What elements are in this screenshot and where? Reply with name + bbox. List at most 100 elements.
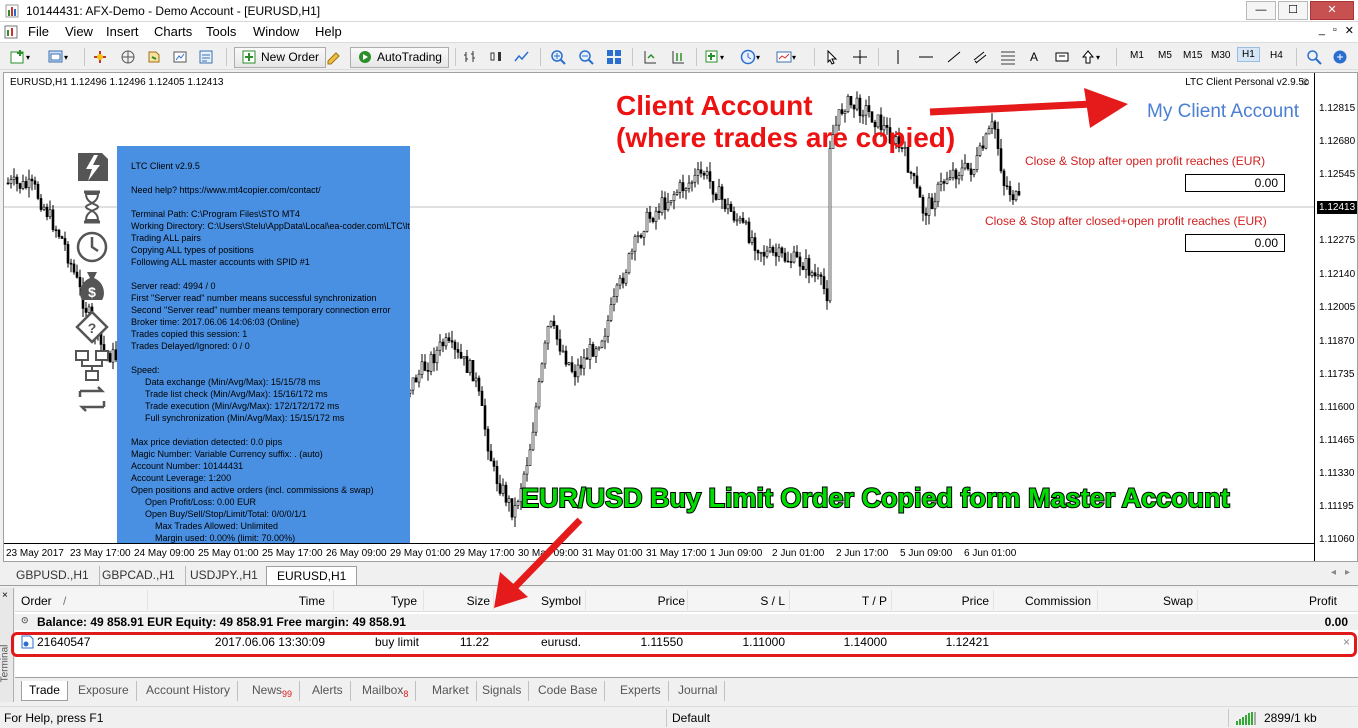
minimize-button[interactable]: — — [1246, 1, 1276, 20]
new-order-button[interactable]: New Order — [234, 46, 327, 68]
col-profit[interactable]: Profit — [1275, 594, 1337, 608]
candle — [621, 272, 625, 289]
candle — [930, 193, 934, 210]
zoom-in-button[interactable] — [550, 47, 566, 67]
timeframe-m5[interactable]: M5 — [1158, 50, 1172, 61]
mdi-close-button[interactable]: ✕ — [1345, 24, 1354, 37]
scroll-right-icon[interactable]: ▸ — [1345, 567, 1350, 578]
tab-exposure[interactable]: Exposure — [71, 681, 137, 701]
col-order[interactable]: Order — [21, 594, 52, 608]
candle — [480, 386, 484, 406]
tab-code-base[interactable]: Code Base — [531, 681, 606, 701]
tab-signals[interactable]: Signals — [475, 681, 530, 701]
col-size[interactable]: Size — [435, 594, 490, 608]
search-button[interactable] — [1306, 47, 1322, 67]
chart-tab-gbpcad[interactable]: GBPCAD.,H1 — [92, 566, 186, 585]
network-icon[interactable] — [72, 347, 112, 383]
chart-tab-eurusd[interactable]: EURUSD,H1 — [266, 566, 358, 585]
trendline-button[interactable] — [946, 47, 962, 67]
menu-window[interactable]: Window — [253, 24, 299, 39]
cursor-button[interactable] — [824, 47, 840, 67]
fibonacci-button[interactable] — [1000, 47, 1016, 67]
hourglass-icon[interactable] — [72, 189, 112, 225]
close-button[interactable]: ✕ — [1310, 1, 1354, 20]
profiles-button[interactable]: ▾ — [48, 47, 68, 67]
autoscroll-button[interactable] — [670, 47, 686, 67]
col-type[interactable]: Type — [355, 594, 417, 608]
clock-icon[interactable] — [72, 229, 112, 265]
menu-help[interactable]: Help — [315, 24, 342, 39]
horizontal-line-button[interactable] — [918, 47, 934, 67]
new-chart-button[interactable]: ▾ — [10, 47, 30, 67]
tab-experts[interactable]: Experts — [613, 681, 669, 701]
candle — [729, 201, 733, 212]
tab-alerts[interactable]: Alerts — [305, 681, 351, 701]
strategy-tester-button[interactable] — [198, 47, 214, 67]
col-price[interactable]: Price — [625, 594, 685, 608]
tab-mailbox[interactable]: Mailbox8 — [355, 681, 417, 701]
chart-tab-gbpusd[interactable]: GBPUSD.,H1 — [6, 566, 100, 585]
autotrading-button[interactable]: AutoTrading — [350, 46, 449, 68]
zoom-out-button[interactable] — [578, 47, 594, 67]
periods-button[interactable]: ▾ — [740, 47, 760, 67]
line-chart-button[interactable] — [514, 47, 530, 67]
toolbar: ▾ ▾ New Order AutoTrading ▾ ▾ ▾ A ▾ M1 M… — [0, 42, 1358, 70]
community-button[interactable] — [1332, 47, 1348, 67]
tab-journal[interactable]: Journal — [671, 681, 726, 701]
data-window-button[interactable] — [120, 47, 136, 67]
lightning-icon[interactable] — [72, 149, 112, 185]
terminal-close-icon[interactable]: × — [2, 590, 8, 601]
vertical-line-button[interactable] — [890, 47, 906, 67]
channel-button[interactable] — [972, 47, 988, 67]
close-stop-closed-input[interactable]: 0.00 — [1185, 234, 1285, 252]
menu-file[interactable]: File — [28, 24, 49, 39]
close-stop-open-input[interactable]: 0.00 — [1185, 174, 1285, 192]
chart-shift-button[interactable] — [642, 47, 658, 67]
maximize-button[interactable]: ☐ — [1278, 1, 1308, 20]
mdi-minimize-button[interactable]: _ — [1319, 24, 1325, 37]
money-bag-icon[interactable]: $ — [72, 269, 112, 305]
timeframe-m15[interactable]: M15 — [1183, 50, 1202, 61]
menu-insert[interactable]: Insert — [106, 24, 139, 39]
candle — [15, 174, 19, 192]
arrows-button[interactable]: ▾ — [1080, 47, 1100, 67]
col-symbol[interactable]: Symbol — [515, 594, 581, 608]
tab-account-history[interactable]: Account History — [139, 681, 239, 701]
chart-tab-usdjpy[interactable]: USDJPY.,H1 — [180, 566, 269, 585]
crosshair-button[interactable] — [852, 47, 868, 67]
metaeditor-button[interactable] — [326, 47, 342, 67]
timeframe-h1[interactable]: H1 — [1237, 47, 1260, 62]
chart-window[interactable]: EURUSD,H1 1.12496 1.12496 1.12405 1.1241… — [3, 72, 1358, 562]
navigator-button[interactable] — [146, 47, 162, 67]
menu-charts[interactable]: Charts — [154, 24, 192, 39]
chart-window-icon[interactable] — [4, 25, 18, 39]
tab-trade[interactable]: Trade — [21, 681, 68, 701]
market-watch-button[interactable] — [92, 47, 108, 67]
sync-icon[interactable] — [72, 381, 112, 417]
terminal-button[interactable] — [172, 47, 188, 67]
candlesticks-button[interactable] — [488, 47, 504, 67]
col-commission[interactable]: Commission — [1015, 594, 1091, 608]
scroll-left-icon[interactable]: ◂ — [1331, 567, 1336, 578]
tab-market[interactable]: Market — [425, 681, 477, 701]
col-current-price[interactable]: Price — [929, 594, 989, 608]
candle — [756, 249, 760, 261]
text-label-button[interactable] — [1054, 47, 1070, 67]
menu-tools[interactable]: Tools — [206, 24, 236, 39]
mdi-restore-button[interactable]: ▫ — [1333, 24, 1337, 37]
bar-chart-button[interactable] — [462, 47, 478, 67]
col-time[interactable]: Time — [265, 594, 325, 608]
timeframe-m30[interactable]: M30 — [1211, 50, 1230, 61]
col-sl[interactable]: S / L — [725, 594, 785, 608]
timeframe-h4[interactable]: H4 — [1270, 50, 1283, 61]
text-tool-button[interactable]: A — [1030, 47, 1038, 67]
templates-button[interactable]: ▾ — [776, 47, 796, 67]
timeframe-m1[interactable]: M1 — [1130, 50, 1144, 61]
tab-news[interactable]: News99 — [245, 681, 301, 701]
question-diamond-icon[interactable]: ? — [72, 309, 112, 345]
tile-windows-button[interactable] — [606, 47, 622, 67]
menu-view[interactable]: View — [65, 24, 93, 39]
indicators-button[interactable]: ▾ — [704, 47, 724, 67]
col-tp[interactable]: T / P — [827, 594, 887, 608]
col-swap[interactable]: Swap — [1135, 594, 1193, 608]
